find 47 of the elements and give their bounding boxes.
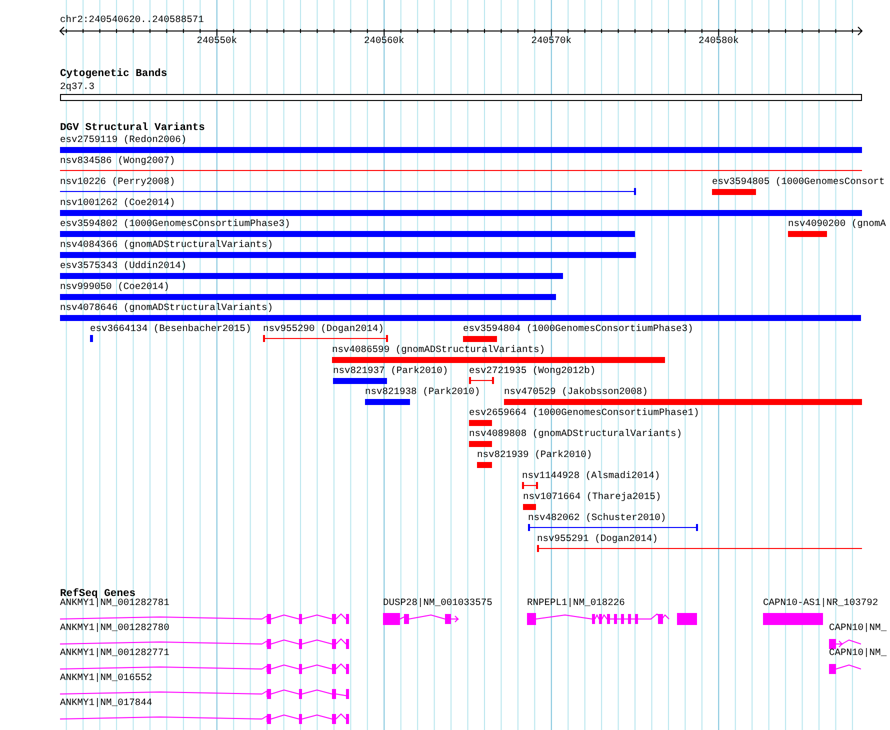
gene-label: ANKMY1|NM_001282771 bbox=[60, 647, 170, 659]
variant-label: esv2759119 (Redon2006) bbox=[60, 134, 187, 146]
variant-label: nsv470529 (Jakobsson2008) bbox=[504, 386, 648, 398]
gene-model-drawing bbox=[829, 663, 861, 675]
tick-label: 240550k bbox=[196, 35, 238, 47]
tick-label: 240570k bbox=[531, 35, 572, 47]
tick-label: 240560k bbox=[364, 35, 404, 47]
gene-label: DUSP28|NM_001033575 bbox=[383, 597, 492, 609]
variant-label: nsv955291 (Dogan2014) bbox=[537, 533, 658, 545]
variant-label: esv3594802 (1000GenomesConsortiumPhase3) bbox=[60, 218, 290, 230]
tick-label: 240580k bbox=[698, 35, 739, 47]
variant-label: nsv821937 (Park2010) bbox=[333, 365, 448, 377]
variant-label: nsv1071664 (Thareja2015) bbox=[523, 491, 662, 503]
variant-label: nsv4078646 (gnomADStructuralVariants) bbox=[60, 302, 274, 314]
variant-label: nsv4086599 (gnomADStructuralVariants) bbox=[332, 344, 546, 356]
variant-label: nsv834586 (Wong2007) bbox=[60, 155, 176, 167]
gene-label: RNPEPL1|NM_018226 bbox=[527, 597, 625, 609]
variant-label: nsv821939 (Park2010) bbox=[477, 449, 592, 461]
gene-label: ANKMY1|NM_017844 bbox=[60, 697, 152, 709]
variant-label: esv3594804 (1000GenomesConsortiumPhase3) bbox=[463, 323, 694, 335]
band-label: 2q37.3 bbox=[60, 81, 95, 93]
gene-label: ANKMY1|NM_001282781 bbox=[60, 597, 170, 609]
variant-label: nsv4090200 (gnomA bbox=[788, 218, 886, 230]
variant-label: nsv1001262 (Coe2014) bbox=[60, 197, 176, 209]
gene-model-drawing bbox=[829, 638, 861, 650]
variant-label: nsv999050 (Coe2014) bbox=[60, 281, 170, 293]
variant-label: nsv821938 (Park2010) bbox=[365, 386, 480, 398]
variant-label: nsv4084366 (gnomADStructuralVariants) bbox=[60, 239, 274, 251]
gene-model-drawing bbox=[763, 613, 825, 625]
gene-label: ANKMY1|NM_016552 bbox=[60, 672, 152, 684]
variant-label: nsv10226 (Perry2008) bbox=[60, 176, 176, 188]
location-label: chr2:240540620..240588571 bbox=[60, 14, 204, 26]
track-title: Cytogenetic Bands bbox=[60, 68, 168, 80]
variant-label: nsv955290 (Dogan2014) bbox=[263, 323, 384, 335]
variant-label: esv3594805 (1000GenomesConsort bbox=[712, 176, 885, 188]
variant-label: esv2659664 (1000GenomesConsortiumPhase1) bbox=[469, 407, 700, 419]
gene-label: CAPN10-AS1|NR_103792 bbox=[763, 597, 878, 609]
track-title: DGV Structural Variants bbox=[60, 122, 205, 134]
gene-label: ANKMY1|NM_001282780 bbox=[60, 622, 170, 634]
variant-label: nsv1144928 (Alsmadi2014) bbox=[522, 470, 660, 482]
variant-label: esv2721935 (Wong2012b) bbox=[469, 365, 596, 377]
variant-label: nsv4089808 (gnomADStructuralVariants) bbox=[469, 428, 682, 440]
variant-label: esv3575343 (Uddin2014) bbox=[60, 260, 187, 272]
gene-label: CAPN10|NM_ bbox=[829, 647, 887, 659]
variant-label: esv3664134 (Besenbacher2015) bbox=[90, 323, 252, 335]
gene-label: CAPN10|NM_ bbox=[829, 622, 887, 634]
variant-label: nsv482062 (Schuster2010) bbox=[528, 512, 666, 524]
